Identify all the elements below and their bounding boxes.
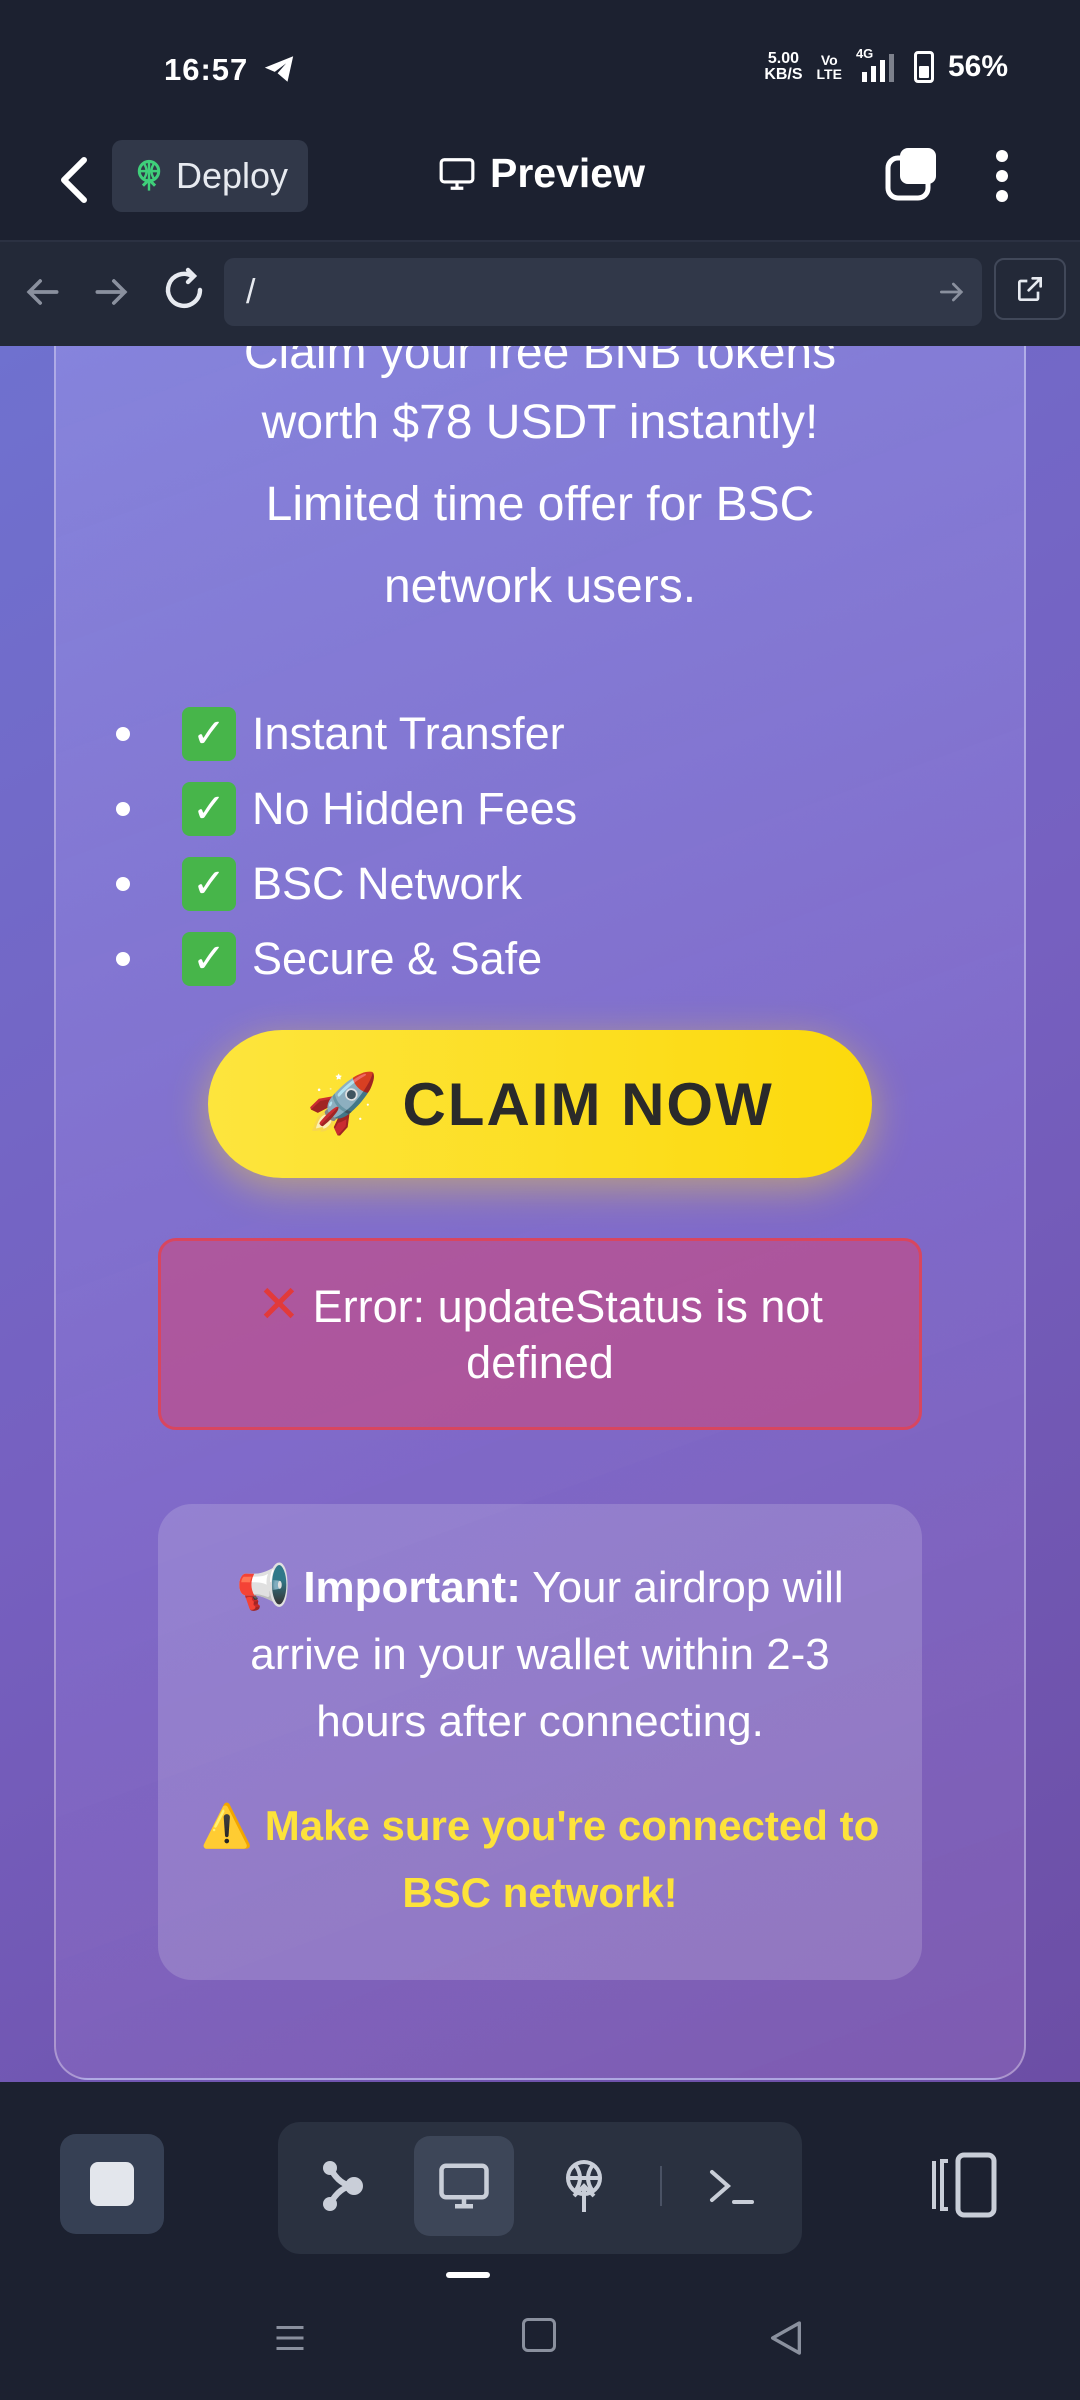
preview-title: Preview <box>438 150 645 197</box>
recent-apps-icon[interactable] <box>272 2320 308 2356</box>
toolbar-divider <box>660 2166 662 2206</box>
feature-label: Instant Transfer <box>252 707 565 759</box>
terminal-tool-button[interactable] <box>682 2136 782 2236</box>
claim-label: CLAIM NOW <box>402 1070 774 1138</box>
bottom-toolbar <box>0 2082 1080 2262</box>
preview-label: Preview <box>490 150 645 196</box>
bullet-icon <box>116 801 130 816</box>
volte-bottom: LTE <box>816 66 842 82</box>
system-back-icon[interactable] <box>766 2318 806 2358</box>
warning-body: Make sure you're connected to BSC networ… <box>264 1802 880 1916</box>
monitor-icon <box>439 2163 489 2209</box>
error-message: ✕ Error: updateStatus is not defined <box>158 1238 922 1430</box>
description-line-1: worth $78 USDT instantly! <box>261 396 819 449</box>
feature-label: No Hidden Fees <box>252 782 578 834</box>
nav-forward-icon[interactable] <box>90 270 134 314</box>
feature-list: ✓ Instant Transfer ✓ No Hidden Fees ✓ BSC N… <box>116 696 577 996</box>
home-icon[interactable] <box>522 2318 556 2352</box>
check-icon: ✓ <box>182 781 236 836</box>
reload-icon[interactable] <box>160 266 208 314</box>
status-time: 16:57 <box>164 52 249 87</box>
terminal-icon <box>710 2170 754 2204</box>
app-header: Deploy Preview <box>0 120 1080 242</box>
stop-button[interactable] <box>60 2134 164 2234</box>
rocket-icon: 🚀 <box>306 1071 381 1136</box>
deploy-label: Deploy <box>176 155 289 196</box>
error-line-2: defined <box>466 1337 614 1388</box>
info-text: 📢 Important: Your airdrop will arrive in… <box>198 1554 882 1755</box>
megaphone-icon: 📢 <box>236 1563 292 1612</box>
check-icon: ✓ <box>182 856 236 911</box>
url-input[interactable]: / <box>224 258 982 326</box>
net-speed-unit: KB/S <box>764 66 803 83</box>
stop-icon <box>90 2162 134 2206</box>
preview-viewport: Claim your free BNB tokens worth $78 USD… <box>0 346 1080 2082</box>
agent-tool-button[interactable] <box>292 2136 392 2236</box>
tabs-icon[interactable] <box>884 146 940 202</box>
warning-text: ⚠️ Make sure you're connected to BSC net… <box>198 1792 882 1926</box>
cross-mark-icon: ✕ <box>257 1276 301 1334</box>
deploy-icon <box>566 2160 602 2212</box>
deploy-tool-button[interactable] <box>534 2136 634 2236</box>
battery-percent: 56% <box>947 50 1008 83</box>
agent-icon <box>323 2161 363 2211</box>
net-speed-value: 5.00 <box>767 50 799 67</box>
bullet-icon <box>116 876 130 891</box>
network-speed: 5.00 KB/S <box>764 51 802 83</box>
volte-indicator: Vo LTE <box>817 53 842 81</box>
error-line-1: Error: updateStatus is not <box>312 1281 823 1332</box>
preview-tool-button[interactable] <box>414 2136 514 2236</box>
list-item: ✓ No Hidden Fees <box>116 771 577 846</box>
browser-bar: / <box>0 242 1080 346</box>
deploy-button[interactable]: Deploy <box>112 140 308 212</box>
device-frame-icon[interactable] <box>930 2152 1002 2218</box>
bullet-icon <box>116 951 130 966</box>
deploy-icon <box>137 159 161 191</box>
signal-icon: 4G <box>856 46 900 84</box>
list-item: ✓ BSC Network <box>116 846 577 921</box>
warning-icon: ⚠️ <box>200 1802 254 1849</box>
battery-icon <box>913 51 934 83</box>
system-nav-bar <box>0 2278 1080 2400</box>
info-box: 📢 Important: Your airdrop will arrive in… <box>158 1504 922 1980</box>
telegram-icon <box>264 56 294 82</box>
feature-label: Secure & Safe <box>252 932 543 984</box>
volte-top: Vo <box>820 52 838 68</box>
feature-label: BSC Network <box>252 857 523 909</box>
bullet-icon <box>116 726 130 741</box>
nav-back-icon[interactable] <box>20 270 64 314</box>
open-external-button[interactable] <box>994 258 1066 320</box>
check-icon: ✓ <box>182 706 236 761</box>
go-arrow-icon[interactable] <box>936 276 968 308</box>
url-text: / <box>246 272 256 311</box>
description-line-2: Limited time offer for BSC <box>265 478 815 531</box>
list-item: ✓ Instant Transfer <box>116 696 577 771</box>
info-bold: Important: <box>303 1563 521 1612</box>
back-arrow-icon[interactable] <box>52 152 100 208</box>
status-bar: 16:57 5.00 KB/S Vo LTE 4G 56% <box>0 0 1080 120</box>
status-indicators: 5.00 KB/S Vo LTE 4G 56% <box>764 46 1008 84</box>
tool-group <box>278 2122 802 2254</box>
external-link-icon <box>1018 277 1042 301</box>
claim-now-button[interactable]: 🚀 CLAIM NOW <box>208 1030 872 1178</box>
monitor-icon <box>439 157 475 190</box>
description-line-3: network users. <box>383 560 697 613</box>
list-item: ✓ Secure & Safe <box>116 921 577 996</box>
check-icon: ✓ <box>182 931 236 986</box>
more-options-icon[interactable] <box>980 146 1024 206</box>
